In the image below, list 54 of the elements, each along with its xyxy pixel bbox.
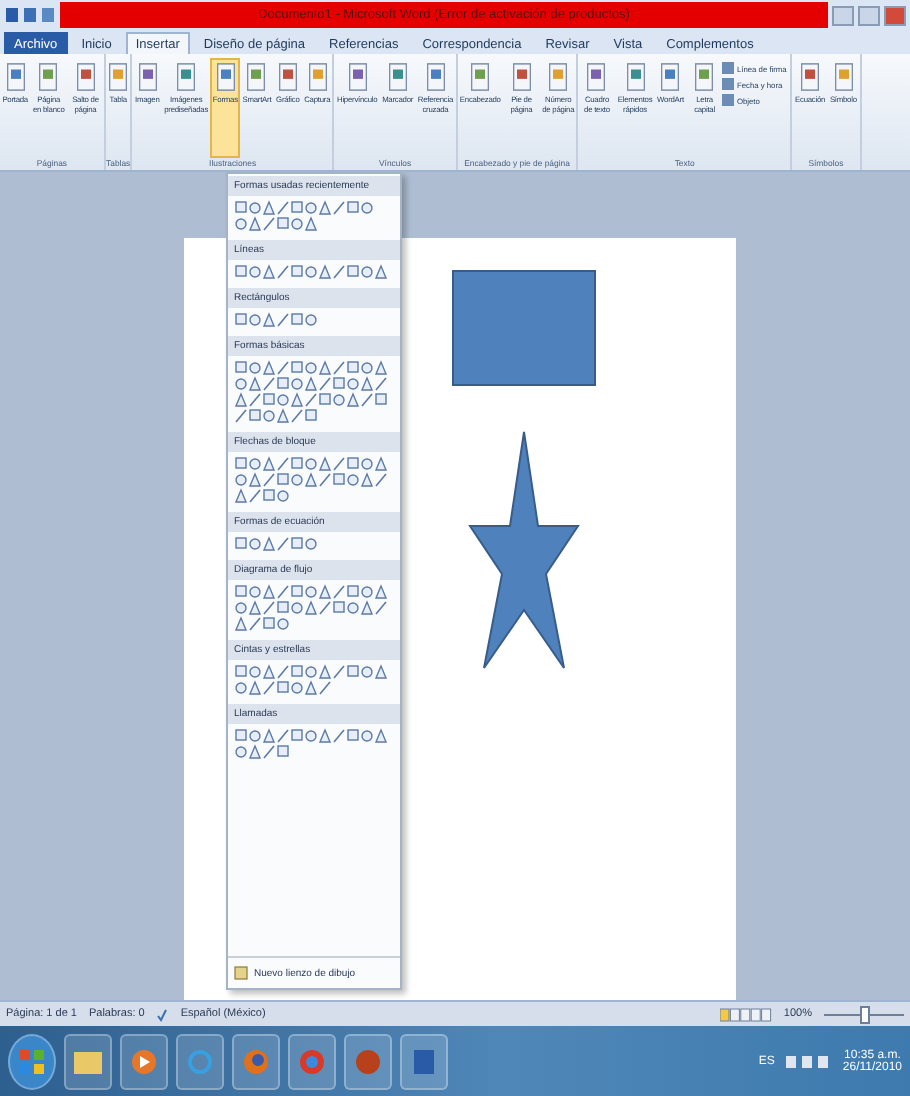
shapes-gallery-drawing[interactable] bbox=[234, 584, 390, 632]
circle-icon bbox=[298, 1047, 326, 1075]
document-icon bbox=[176, 62, 197, 92]
document-icon bbox=[548, 62, 569, 92]
document-icon bbox=[108, 62, 129, 92]
document-icon bbox=[470, 62, 491, 92]
document-icon bbox=[215, 62, 236, 92]
document-icon bbox=[425, 62, 446, 92]
shapes-gallery-drawing[interactable] bbox=[234, 264, 390, 280]
document-icon bbox=[412, 1047, 436, 1075]
tray-icons bbox=[786, 1053, 831, 1069]
taskbar-button[interactable] bbox=[176, 1033, 224, 1089]
minimize-button[interactable] bbox=[832, 5, 854, 25]
zoom-slider-thumb[interactable] bbox=[860, 1005, 870, 1023]
shapes-gallery-drawing[interactable] bbox=[234, 456, 390, 504]
circle-icon bbox=[354, 1047, 382, 1075]
maximize-button[interactable] bbox=[858, 5, 880, 25]
start-icon bbox=[18, 1047, 46, 1075]
document-icon bbox=[511, 62, 532, 92]
document-icon bbox=[246, 62, 267, 92]
small-square-icon bbox=[722, 94, 735, 106]
document-icon bbox=[38, 62, 59, 92]
document-icon bbox=[586, 62, 607, 92]
document-icon bbox=[625, 62, 646, 92]
star-shape[interactable] bbox=[468, 430, 580, 670]
small-square-icon bbox=[722, 62, 735, 74]
document-icon bbox=[277, 62, 298, 92]
document-icon bbox=[660, 62, 681, 92]
small-square-icon bbox=[722, 78, 735, 90]
document-icon bbox=[137, 62, 158, 92]
taskbar-button[interactable] bbox=[400, 1033, 448, 1089]
taskbar-button[interactable] bbox=[232, 1033, 280, 1089]
folder-icon bbox=[72, 1047, 104, 1075]
document-icon bbox=[387, 62, 408, 92]
document-icon bbox=[800, 62, 821, 92]
proofing-icon bbox=[156, 1007, 169, 1021]
play-icon bbox=[130, 1047, 158, 1075]
close-button[interactable] bbox=[884, 5, 906, 25]
taskbar-button[interactable] bbox=[344, 1033, 392, 1089]
taskbar-button[interactable] bbox=[120, 1033, 168, 1089]
shapes-gallery-drawing[interactable] bbox=[234, 664, 390, 696]
document-icon bbox=[75, 62, 96, 92]
shapes-gallery-drawing[interactable] bbox=[234, 360, 390, 424]
taskbar-button[interactable] bbox=[64, 1033, 112, 1089]
document-icon bbox=[347, 62, 368, 92]
start-button[interactable] bbox=[8, 1033, 56, 1089]
document-icon bbox=[694, 62, 715, 92]
canvas-icon bbox=[234, 966, 248, 980]
taskbar-button[interactable] bbox=[288, 1033, 336, 1089]
document-icon bbox=[833, 62, 854, 92]
document-icon bbox=[307, 62, 328, 92]
document-icon bbox=[5, 62, 26, 92]
shapes-gallery-drawing[interactable] bbox=[234, 728, 390, 760]
view-buttons-icon bbox=[719, 1007, 772, 1021]
